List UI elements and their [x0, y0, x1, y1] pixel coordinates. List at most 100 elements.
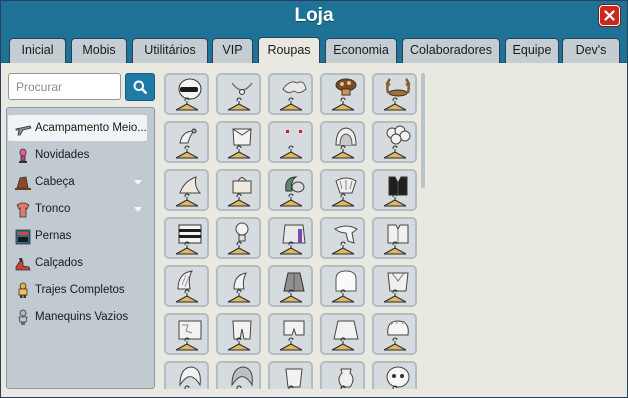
catalog-item[interactable]	[164, 265, 209, 307]
catalog-item[interactable]	[268, 121, 313, 163]
full-outfit-icon	[18, 282, 28, 298]
catalog-item[interactable]	[320, 217, 365, 259]
white-collar-icon	[227, 128, 252, 159]
catalog-item[interactable]	[372, 169, 417, 211]
catalog-item[interactable]	[268, 313, 313, 355]
white-ghost-icon	[331, 270, 357, 303]
search-icon	[133, 80, 147, 94]
catalog-item[interactable]	[216, 169, 261, 211]
catalog-item[interactable]	[320, 169, 365, 211]
tab-mobis[interactable]: Mobis	[71, 38, 127, 63]
catalog-item[interactable]	[216, 217, 261, 259]
white-lamp-icon	[227, 222, 251, 255]
white-map-shirt-icon	[175, 320, 202, 351]
white-feather-icon	[227, 272, 251, 303]
category-label: Pernas	[35, 230, 72, 242]
tab-utilit-rios[interactable]: Utilitários	[132, 38, 208, 63]
white-wing-icon	[175, 270, 199, 303]
tab-bar: Inicial Mobis Utilitários VIP Roupas Economia…	[1, 37, 627, 64]
shoes-icon	[15, 258, 31, 271]
catalog-item[interactable]	[164, 361, 209, 389]
catalog-item[interactable]	[164, 313, 209, 355]
shirt-icon	[16, 202, 30, 218]
catalog-item[interactable]	[372, 73, 417, 115]
white-hood-icon	[331, 127, 357, 159]
tab-vip[interactable]: VIP	[212, 38, 253, 63]
catalog-item[interactable]	[268, 169, 313, 211]
category-label: Acampamento Meio...	[35, 122, 147, 134]
category-acampamento-meio[interactable]: Acampamento Meio...	[8, 115, 147, 141]
category-trajes-completos[interactable]: Trajes Completos	[8, 277, 147, 303]
category-label: Calçados	[35, 257, 83, 269]
catalog-item[interactable]	[268, 217, 313, 259]
catalog-item[interactable]	[216, 265, 261, 307]
catalog-item[interactable]	[164, 217, 209, 259]
catalog-item[interactable]	[216, 121, 261, 163]
category-label: Manequins Vazios	[35, 311, 129, 323]
tab-equipe[interactable]: Equipe	[505, 38, 559, 63]
white-jacket-icon	[383, 224, 409, 255]
grey-cloak-icon	[279, 272, 305, 303]
scrollbar[interactable]	[421, 73, 425, 188]
window-title: Loja	[294, 5, 334, 26]
catalog-item[interactable]	[320, 121, 365, 163]
white-hair-icon	[179, 366, 201, 389]
airplane-icon	[15, 125, 32, 136]
chevron-down-icon[interactable]	[134, 207, 142, 212]
white-cone-hat-icon	[175, 176, 202, 207]
pants-icon	[15, 229, 31, 245]
catalog-item[interactable]	[372, 361, 417, 389]
catalog-item[interactable]	[216, 313, 261, 355]
white-bag-icon	[227, 177, 252, 207]
white-horn-icon	[175, 128, 199, 159]
tab-inicial[interactable]: Inicial	[9, 38, 66, 63]
catalog-item[interactable]	[372, 217, 417, 259]
category-manequins-vazios[interactable]: Manequins Vazios	[8, 304, 147, 330]
catalog-item[interactable]	[164, 169, 209, 211]
catalog-item[interactable]	[320, 313, 365, 355]
white-scarf-icon	[331, 225, 358, 255]
catalog-item[interactable]	[216, 361, 261, 389]
category-label: Tronco	[35, 203, 71, 215]
tab-colaboradores[interactable]: Colaboradores	[402, 38, 500, 63]
close-icon	[604, 10, 615, 21]
white-curly-wig-icon	[383, 125, 411, 159]
mannequin-icon	[18, 309, 28, 325]
hat-icon	[15, 176, 31, 190]
search-input[interactable]	[8, 73, 121, 100]
tab-economia[interactable]: Economia	[325, 38, 397, 63]
white-shorts-icon	[279, 320, 305, 351]
catalog-item[interactable]	[164, 73, 209, 115]
tab-roupas[interactable]: Roupas	[258, 37, 320, 63]
white-mask-icon	[386, 366, 410, 389]
item-grid	[160, 67, 428, 389]
category-label: Cabeça	[35, 176, 75, 188]
catalog-item[interactable]	[268, 265, 313, 307]
catalog-item[interactable]	[268, 361, 313, 389]
catalog-item[interactable]	[268, 73, 313, 115]
search-button[interactable]	[125, 73, 155, 101]
catalog-item[interactable]	[164, 121, 209, 163]
catalog-item[interactable]	[372, 265, 417, 307]
red-earrings-icon	[279, 130, 303, 159]
category-calcados[interactable]: Calçados	[8, 250, 147, 276]
catalog-item[interactable]	[320, 73, 365, 115]
tab-dev-s[interactable]: Dev's	[562, 38, 620, 63]
catalog-item[interactable]	[216, 73, 261, 115]
category-tronco[interactable]: Tronco	[8, 196, 147, 222]
category-pernas[interactable]: Pernas	[8, 223, 147, 249]
catalog-item[interactable]	[320, 361, 365, 389]
catalog-item[interactable]	[372, 313, 417, 355]
close-button[interactable]	[599, 5, 620, 26]
category-cabeca[interactable]: Cabeça	[8, 169, 147, 195]
category-novidades[interactable]: Novidades	[8, 142, 147, 168]
category-label: Novidades	[35, 149, 90, 161]
catalog-item[interactable]	[320, 265, 365, 307]
striped-shirt-icon	[175, 224, 202, 255]
white-tunic-icon	[383, 272, 409, 303]
catalog-item[interactable]	[372, 121, 417, 163]
white-vase-icon	[338, 368, 354, 389]
chevron-down-icon[interactable]	[134, 180, 142, 185]
white-necklace-icon	[227, 82, 253, 111]
black-vest-icon	[383, 176, 408, 207]
